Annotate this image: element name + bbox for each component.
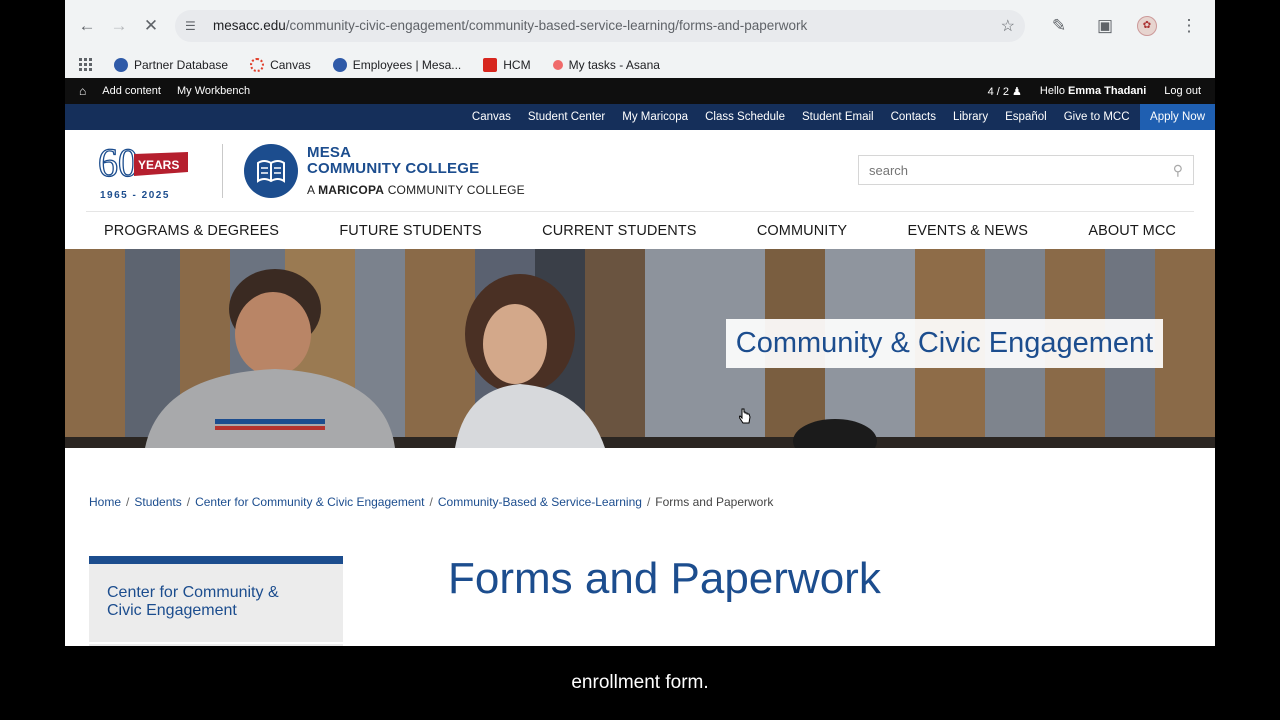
- search-icon[interactable]: ⚲: [1173, 162, 1183, 179]
- bookmark-label: My tasks - Asana: [568, 57, 660, 72]
- college-name-line1: MESA: [307, 144, 352, 161]
- breadcrumb-separator: /: [186, 495, 191, 509]
- breadcrumb: Home / Students / Center for Community & Civ…: [89, 495, 773, 509]
- bookmark-employees[interactable]: Employees | Mesa...: [332, 57, 462, 72]
- cast-icon[interactable]: ▣: [1091, 12, 1119, 40]
- logout-link[interactable]: Log out: [1164, 85, 1201, 97]
- subtitle-rest: COMMUNITY COLLEGE: [387, 183, 525, 197]
- bookmark-label: Employees | Mesa...: [352, 57, 462, 72]
- utility-link-library[interactable]: Library: [944, 104, 996, 130]
- users-icon: ♟: [1012, 85, 1022, 98]
- my-workbench-link[interactable]: My Workbench: [177, 85, 250, 97]
- nav-events-news[interactable]: EVENTS & NEWS: [907, 223, 1028, 239]
- sixty-years-logo[interactable]: 60 YEARS 1965 - 2025: [96, 139, 190, 202]
- video-caption: enrollment form.: [571, 672, 709, 693]
- years-text: YEARS: [138, 158, 179, 172]
- back-icon[interactable]: ←: [73, 12, 101, 40]
- sidenav-title[interactable]: Center for Community & Civic Engagement: [107, 584, 307, 620]
- user-greeting: Hello Emma Thadani: [1040, 85, 1146, 97]
- address-bar[interactable]: ☰ mesacc.edu/community-civic-engagement/…: [175, 9, 1025, 42]
- bookmark-partner-database[interactable]: Partner Database: [114, 57, 229, 72]
- breadcrumb-students[interactable]: Students: [134, 495, 181, 509]
- logo-divider: [222, 144, 223, 198]
- nav-community[interactable]: COMMUNITY: [757, 223, 847, 239]
- search-input[interactable]: [869, 162, 1173, 178]
- site-header: 60 YEARS 1965 - 2025 MESA COMMUNITY COLL…: [86, 130, 1194, 212]
- year-range: 1965 - 2025: [100, 190, 170, 201]
- breadcrumb-separator: /: [126, 495, 130, 509]
- admin-counter[interactable]: 4 / 2 ♟: [988, 85, 1022, 98]
- bookmark-asana[interactable]: My tasks - Asana: [552, 57, 660, 72]
- bookmark-hcm[interactable]: HCM: [483, 57, 531, 72]
- admin-toolbar: ⌂ Add content My Workbench 4 / 2 ♟ Hello…: [65, 78, 1215, 104]
- sidenav-divider: [89, 642, 343, 644]
- breadcrumb-home[interactable]: Home: [89, 495, 121, 509]
- forward-icon[interactable]: →: [105, 12, 133, 40]
- section-sidenav: Center for Community & Civic Engagement: [89, 556, 343, 646]
- site-settings-icon[interactable]: ☰: [185, 19, 205, 33]
- bookmark-favicon-icon: [250, 57, 265, 72]
- utility-link-give[interactable]: Give to MCC: [1055, 104, 1138, 130]
- subtitle-prefix: A: [307, 183, 315, 197]
- college-name-line2: COMMUNITY COLLEGE: [307, 160, 480, 177]
- breadcrumb-separator: /: [429, 495, 433, 509]
- utility-link-espanol[interactable]: Español: [997, 104, 1056, 130]
- bookmark-label: Canvas: [270, 57, 311, 72]
- extensions-icon[interactable]: ✎: [1045, 12, 1073, 40]
- bookmark-favicon-icon: [332, 57, 347, 72]
- admin-counter-value: 4 / 2: [987, 85, 1009, 98]
- nav-programs-degrees[interactable]: PROGRAMS & DEGREES: [104, 223, 279, 239]
- bookmark-favicon-icon: [483, 57, 498, 72]
- hand-cursor-icon: [739, 408, 751, 424]
- breadcrumb-separator: /: [646, 495, 651, 509]
- browser-toolbar: ← → ✕ ☰ mesacc.edu/community-civic-engag…: [65, 0, 1215, 51]
- main-nav: PROGRAMS & DEGREES FUTURE STUDENTS CURRE…: [65, 212, 1215, 249]
- utility-link-my-maricopa[interactable]: My Maricopa: [614, 104, 697, 130]
- url-domain: mesacc.edu: [213, 18, 286, 33]
- nav-future-students[interactable]: FUTURE STUDENTS: [339, 223, 481, 239]
- utility-link-class-schedule[interactable]: Class Schedule: [697, 104, 794, 130]
- page-title: Forms and Paperwork: [448, 554, 881, 603]
- utility-link-canvas[interactable]: Canvas: [463, 104, 519, 130]
- bookmark-favicon-icon: [114, 57, 128, 72]
- breadcrumb-current: Forms and Paperwork: [655, 495, 774, 509]
- nav-current-students[interactable]: CURRENT STUDENTS: [542, 223, 696, 239]
- breadcrumb-center[interactable]: Center for Community & Civic Engagement: [195, 495, 424, 509]
- utility-link-student-email[interactable]: Student Email: [793, 104, 882, 130]
- site-search: ⚲: [858, 155, 1194, 185]
- bookmark-label: HCM: [503, 57, 531, 72]
- college-name[interactable]: MESA COMMUNITY COLLEGE: [307, 145, 479, 177]
- subtitle-maricopa: MARICOPA: [318, 183, 385, 197]
- utility-link-contacts[interactable]: Contacts: [882, 104, 944, 130]
- add-content-link[interactable]: Add content: [102, 85, 161, 97]
- bookmark-canvas[interactable]: Canvas: [250, 57, 311, 72]
- nav-about-mcc[interactable]: ABOUT MCC: [1088, 223, 1176, 239]
- apply-now-button[interactable]: Apply Now: [1140, 104, 1215, 130]
- stop-loading-icon[interactable]: ✕: [137, 12, 165, 40]
- sixty-numeral: 60: [98, 142, 138, 185]
- mesa-seal-icon[interactable]: [244, 144, 298, 198]
- utility-nav: Canvas Student Center My Maricopa Class …: [65, 104, 1215, 130]
- profile-avatar-icon[interactable]: ✿: [1137, 15, 1157, 36]
- bookmark-label: Partner Database: [134, 57, 229, 72]
- browser-window: ← → ✕ ☰ mesacc.edu/community-civic-engag…: [65, 0, 1215, 646]
- breadcrumb-service-learning[interactable]: Community-Based & Service-Learning: [438, 495, 642, 509]
- hero-banner: Community & Civic Engagement: [65, 249, 1215, 448]
- utility-link-student-center[interactable]: Student Center: [519, 104, 613, 130]
- url-path: /community-civic-engagement/community-ba…: [285, 18, 808, 33]
- greeting-text: Hello: [1039, 85, 1065, 97]
- url-text[interactable]: mesacc.edu/community-civic-engagement/co…: [213, 18, 1001, 33]
- bookmark-star-icon[interactable]: ☆: [1001, 16, 1015, 36]
- user-name[interactable]: Emma Thadani: [1068, 85, 1146, 97]
- hero-title: Community & Civic Engagement: [726, 319, 1163, 368]
- bookmark-favicon-icon: [552, 59, 563, 70]
- apps-grid-icon[interactable]: [79, 58, 92, 71]
- college-subtitle: A MARICOPA COMMUNITY COLLEGE: [307, 183, 525, 197]
- bookmarks-bar: Partner Database Canvas Employees | Mesa…: [65, 51, 1215, 78]
- browser-menu-icon[interactable]: ⋮: [1175, 12, 1203, 40]
- home-icon[interactable]: ⌂: [79, 84, 86, 98]
